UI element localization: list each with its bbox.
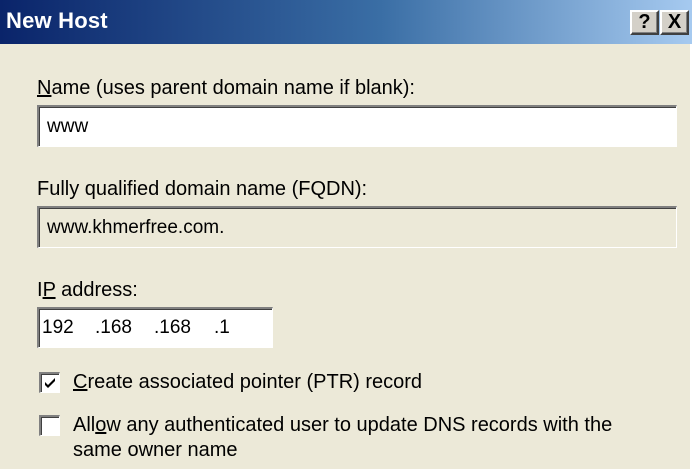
- ip-octet-4[interactable]: .1: [214, 309, 230, 346]
- name-input[interactable]: www: [37, 105, 677, 147]
- new-host-dialog: New Host ? X Name (uses parent domain na…: [0, 0, 692, 469]
- update-checkbox-label[interactable]: Allow any authenticated user to update D…: [73, 413, 612, 437]
- ip-label-mnemonic: P: [42, 279, 56, 301]
- ptr-checkbox[interactable]: [39, 372, 60, 393]
- name-label-mnemonic: N: [37, 77, 52, 99]
- ip-address-input[interactable]: 192 .168 .168 .1: [37, 307, 273, 348]
- ip-octet-2[interactable]: .168: [95, 309, 132, 346]
- update-checkbox[interactable]: [39, 415, 60, 436]
- update-checkbox-label-line2[interactable]: same owner name: [73, 438, 238, 462]
- ip-label-text: address:: [55, 279, 138, 301]
- close-button[interactable]: X: [660, 10, 689, 35]
- fqdn-label: Fully qualified domain name (FQDN):: [37, 178, 368, 200]
- ptr-checkbox-label[interactable]: Create associated pointer (PTR) record: [73, 370, 422, 394]
- dialog-title: New Host: [6, 8, 108, 33]
- ip-octet-1[interactable]: 192: [42, 309, 74, 346]
- help-button[interactable]: ?: [630, 10, 659, 35]
- name-label: Name (uses parent domain name if blank):: [37, 76, 415, 100]
- fqdn-field: www.khmerfree.com.: [37, 206, 677, 248]
- ptr-label-text: reate associated pointer (PTR) record: [87, 371, 423, 393]
- update-label-pre: All: [73, 414, 96, 436]
- ip-address-label: IP address:: [37, 278, 138, 302]
- update-label-text: w any authenticated user to update DNS r…: [106, 414, 613, 436]
- update-label-mnemonic: o: [95, 414, 107, 436]
- ip-octet-3[interactable]: .168: [154, 309, 191, 346]
- checkmark-icon: [45, 378, 55, 388]
- ptr-label-mnemonic: C: [73, 371, 88, 393]
- title-bar[interactable]: New Host ? X: [0, 0, 692, 44]
- name-label-text: ame (uses parent domain name if blank):: [51, 77, 415, 99]
